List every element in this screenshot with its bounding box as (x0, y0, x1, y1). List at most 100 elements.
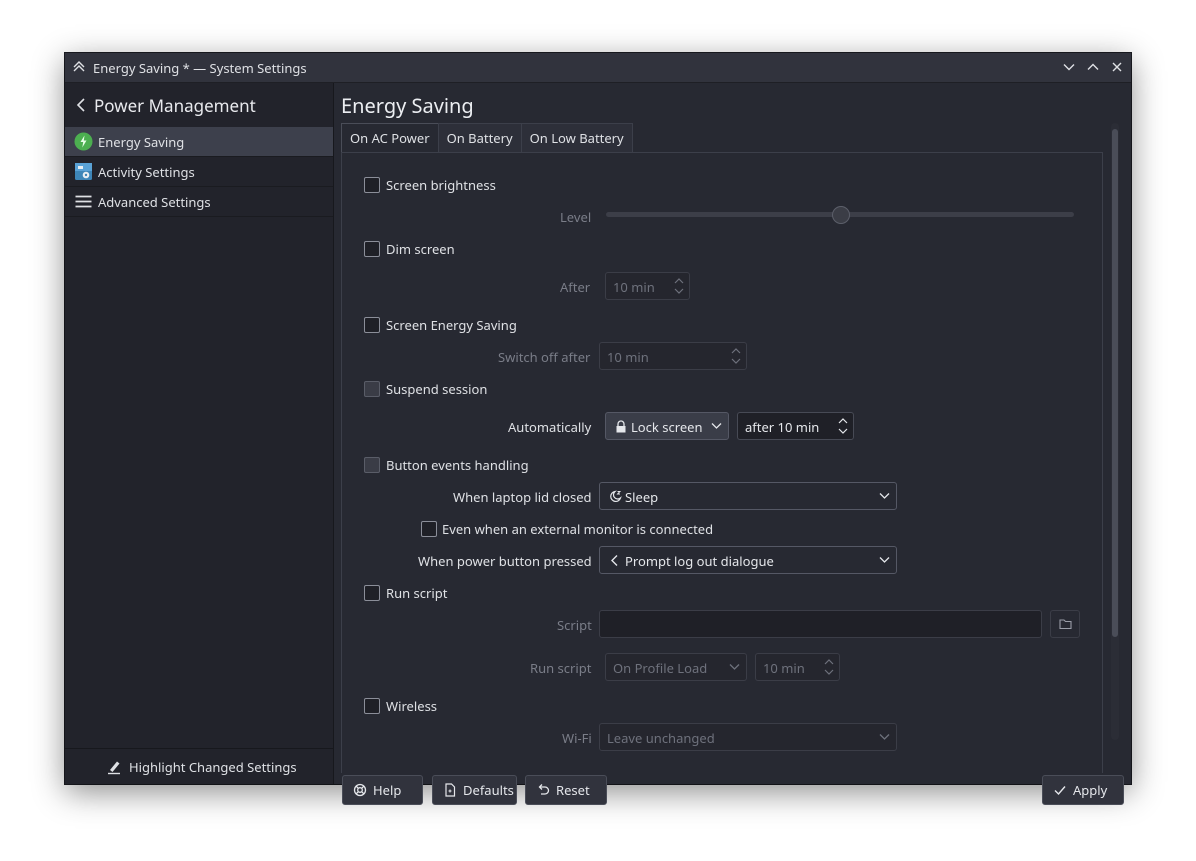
highlight-changed-settings-button[interactable]: Highlight Changed Settings (65, 748, 333, 785)
chevron-down-icon (729, 664, 740, 670)
defaults-document-icon (445, 783, 456, 797)
screen-energy-saving-checkbox[interactable] (364, 317, 380, 333)
spin-arrows-icon[interactable] (837, 416, 849, 436)
run-script-when-dropdown[interactable]: On Profile Load (605, 653, 747, 681)
help-label: Help (373, 781, 402, 799)
energy-saving-icon (74, 132, 93, 151)
minimize-icon[interactable] (1061, 59, 1077, 75)
wireless-checkbox[interactable] (364, 698, 380, 714)
sidebar-item-advanced-settings[interactable]: Advanced Settings (65, 187, 333, 217)
external-monitor-label: Even when an external monitor is connect… (442, 520, 714, 538)
spin-arrows-icon[interactable] (823, 657, 835, 677)
wifi-label: Wi-Fi (562, 729, 592, 747)
external-monitor-checkbox[interactable] (421, 521, 437, 537)
reset-label: Reset (556, 781, 590, 799)
power-button-dropdown[interactable]: Prompt log out dialogue (599, 546, 897, 574)
sidebar: Power Management Energy Saving Activity (65, 83, 334, 784)
button-events-checkbox[interactable] (364, 457, 380, 473)
dim-screen-checkbox[interactable] (364, 241, 380, 257)
sidebar-item-energy-saving[interactable]: Energy Saving (65, 127, 333, 157)
automatically-label: Automatically (508, 418, 592, 436)
lid-closed-dropdown[interactable]: Sleep (599, 482, 897, 510)
script-label: Script (557, 616, 592, 634)
hamburger-menu-icon (75, 195, 92, 208)
scrollbar-handle[interactable] (1112, 129, 1118, 637)
chevron-down-icon (879, 493, 890, 499)
lid-closed-label: When laptop lid closed (453, 488, 592, 506)
lock-icon (616, 420, 626, 433)
brightness-slider-handle[interactable] (832, 206, 850, 224)
wifi-dropdown[interactable]: Leave unchanged (599, 723, 897, 751)
sidebar-item-label: Activity Settings (98, 163, 195, 181)
sleep-icon (610, 490, 622, 502)
activity-settings-icon (75, 163, 92, 180)
sidebar-title: Power Management (94, 94, 256, 117)
apply-button[interactable]: Apply (1042, 775, 1124, 805)
lid-closed-value: Sleep (625, 488, 659, 506)
tab-bar: On AC Power On Battery On Low Battery (341, 123, 633, 153)
maximize-icon[interactable] (1085, 59, 1101, 75)
level-label: Level (560, 208, 592, 226)
sidebar-list: Energy Saving Activity Settings Advanced… (65, 127, 333, 217)
button-events-label: Button events handling (386, 456, 529, 474)
wifi-value: Leave unchanged (607, 729, 715, 747)
chevron-down-icon (879, 734, 890, 740)
suspend-action-dropdown[interactable]: Lock screen (605, 412, 729, 440)
highlighter-icon (108, 761, 120, 775)
chevron-down-icon (711, 423, 722, 429)
spin-arrows-icon[interactable] (730, 346, 742, 366)
run-script-checkbox[interactable] (364, 585, 380, 601)
power-button-value: Prompt log out dialogue (625, 552, 774, 570)
page-title: Energy Saving (341, 92, 474, 119)
folder-icon (1059, 619, 1072, 630)
chevron-left-icon (611, 555, 618, 566)
close-icon[interactable] (1109, 59, 1125, 75)
tab-on-low-battery[interactable]: On Low Battery (520, 123, 633, 152)
wireless-label: Wireless (386, 697, 438, 715)
switch-off-after-spinbox[interactable]: 10 min (599, 342, 747, 370)
window-title: Energy Saving * — System Settings (93, 59, 307, 77)
kde-app-icon[interactable] (71, 59, 87, 75)
suspend-action-value: Lock screen (631, 418, 703, 436)
run-script-label: Run script (386, 584, 448, 602)
run-script-time-spinbox[interactable]: 10 min (755, 653, 840, 681)
run-script-when-value: On Profile Load (613, 659, 708, 677)
help-lifebuoy-icon (353, 783, 367, 797)
tab-panel: Screen brightness Level Dim screen After… (341, 152, 1103, 773)
sidebar-item-activity-settings[interactable]: Activity Settings (65, 157, 333, 187)
undo-icon (538, 784, 550, 795)
checkmark-icon (1054, 786, 1066, 796)
reset-button[interactable]: Reset (525, 775, 607, 805)
tab-on-ac-power[interactable]: On AC Power (341, 123, 439, 152)
main-content: Energy Saving On AC Power On Battery On … (334, 83, 1131, 805)
system-settings-window: Energy Saving * — System Settings Power … (65, 53, 1131, 805)
defaults-label: Defaults (463, 781, 514, 799)
suspend-session-checkbox[interactable] (364, 381, 380, 397)
tab-on-battery[interactable]: On Battery (437, 123, 522, 152)
script-path-input[interactable] (599, 610, 1042, 638)
suspend-after-value: after 10 min (745, 418, 820, 436)
suspend-after-spinbox[interactable]: after 10 min (737, 412, 854, 440)
sidebar-item-label: Energy Saving (98, 133, 185, 151)
dim-after-spinbox[interactable]: 10 min (605, 272, 690, 300)
run-script-when-label: Run script (530, 659, 592, 677)
sidebar-item-label: Advanced Settings (98, 193, 211, 211)
switch-off-after-label: Switch off after (498, 348, 591, 366)
back-arrow-icon[interactable] (75, 97, 89, 113)
suspend-session-label: Suspend session (386, 380, 488, 398)
spin-arrows-icon[interactable] (673, 276, 685, 296)
after-label: After (560, 278, 591, 296)
screen-brightness-checkbox[interactable] (364, 177, 380, 193)
switch-off-value: 10 min (607, 348, 649, 366)
highlight-changed-settings-label: Highlight Changed Settings (129, 758, 297, 776)
defaults-button[interactable]: Defaults (432, 775, 517, 805)
screen-brightness-label: Screen brightness (386, 176, 496, 194)
dim-after-value: 10 min (613, 278, 655, 296)
sidebar-header: Power Management (65, 83, 333, 126)
help-button[interactable]: Help (342, 775, 423, 805)
browse-script-button[interactable] (1050, 610, 1080, 638)
screen-energy-saving-label: Screen Energy Saving (386, 316, 517, 334)
chevron-down-icon (879, 557, 890, 563)
title-bar: Energy Saving * — System Settings (65, 53, 1131, 83)
dim-screen-label: Dim screen (386, 240, 455, 258)
